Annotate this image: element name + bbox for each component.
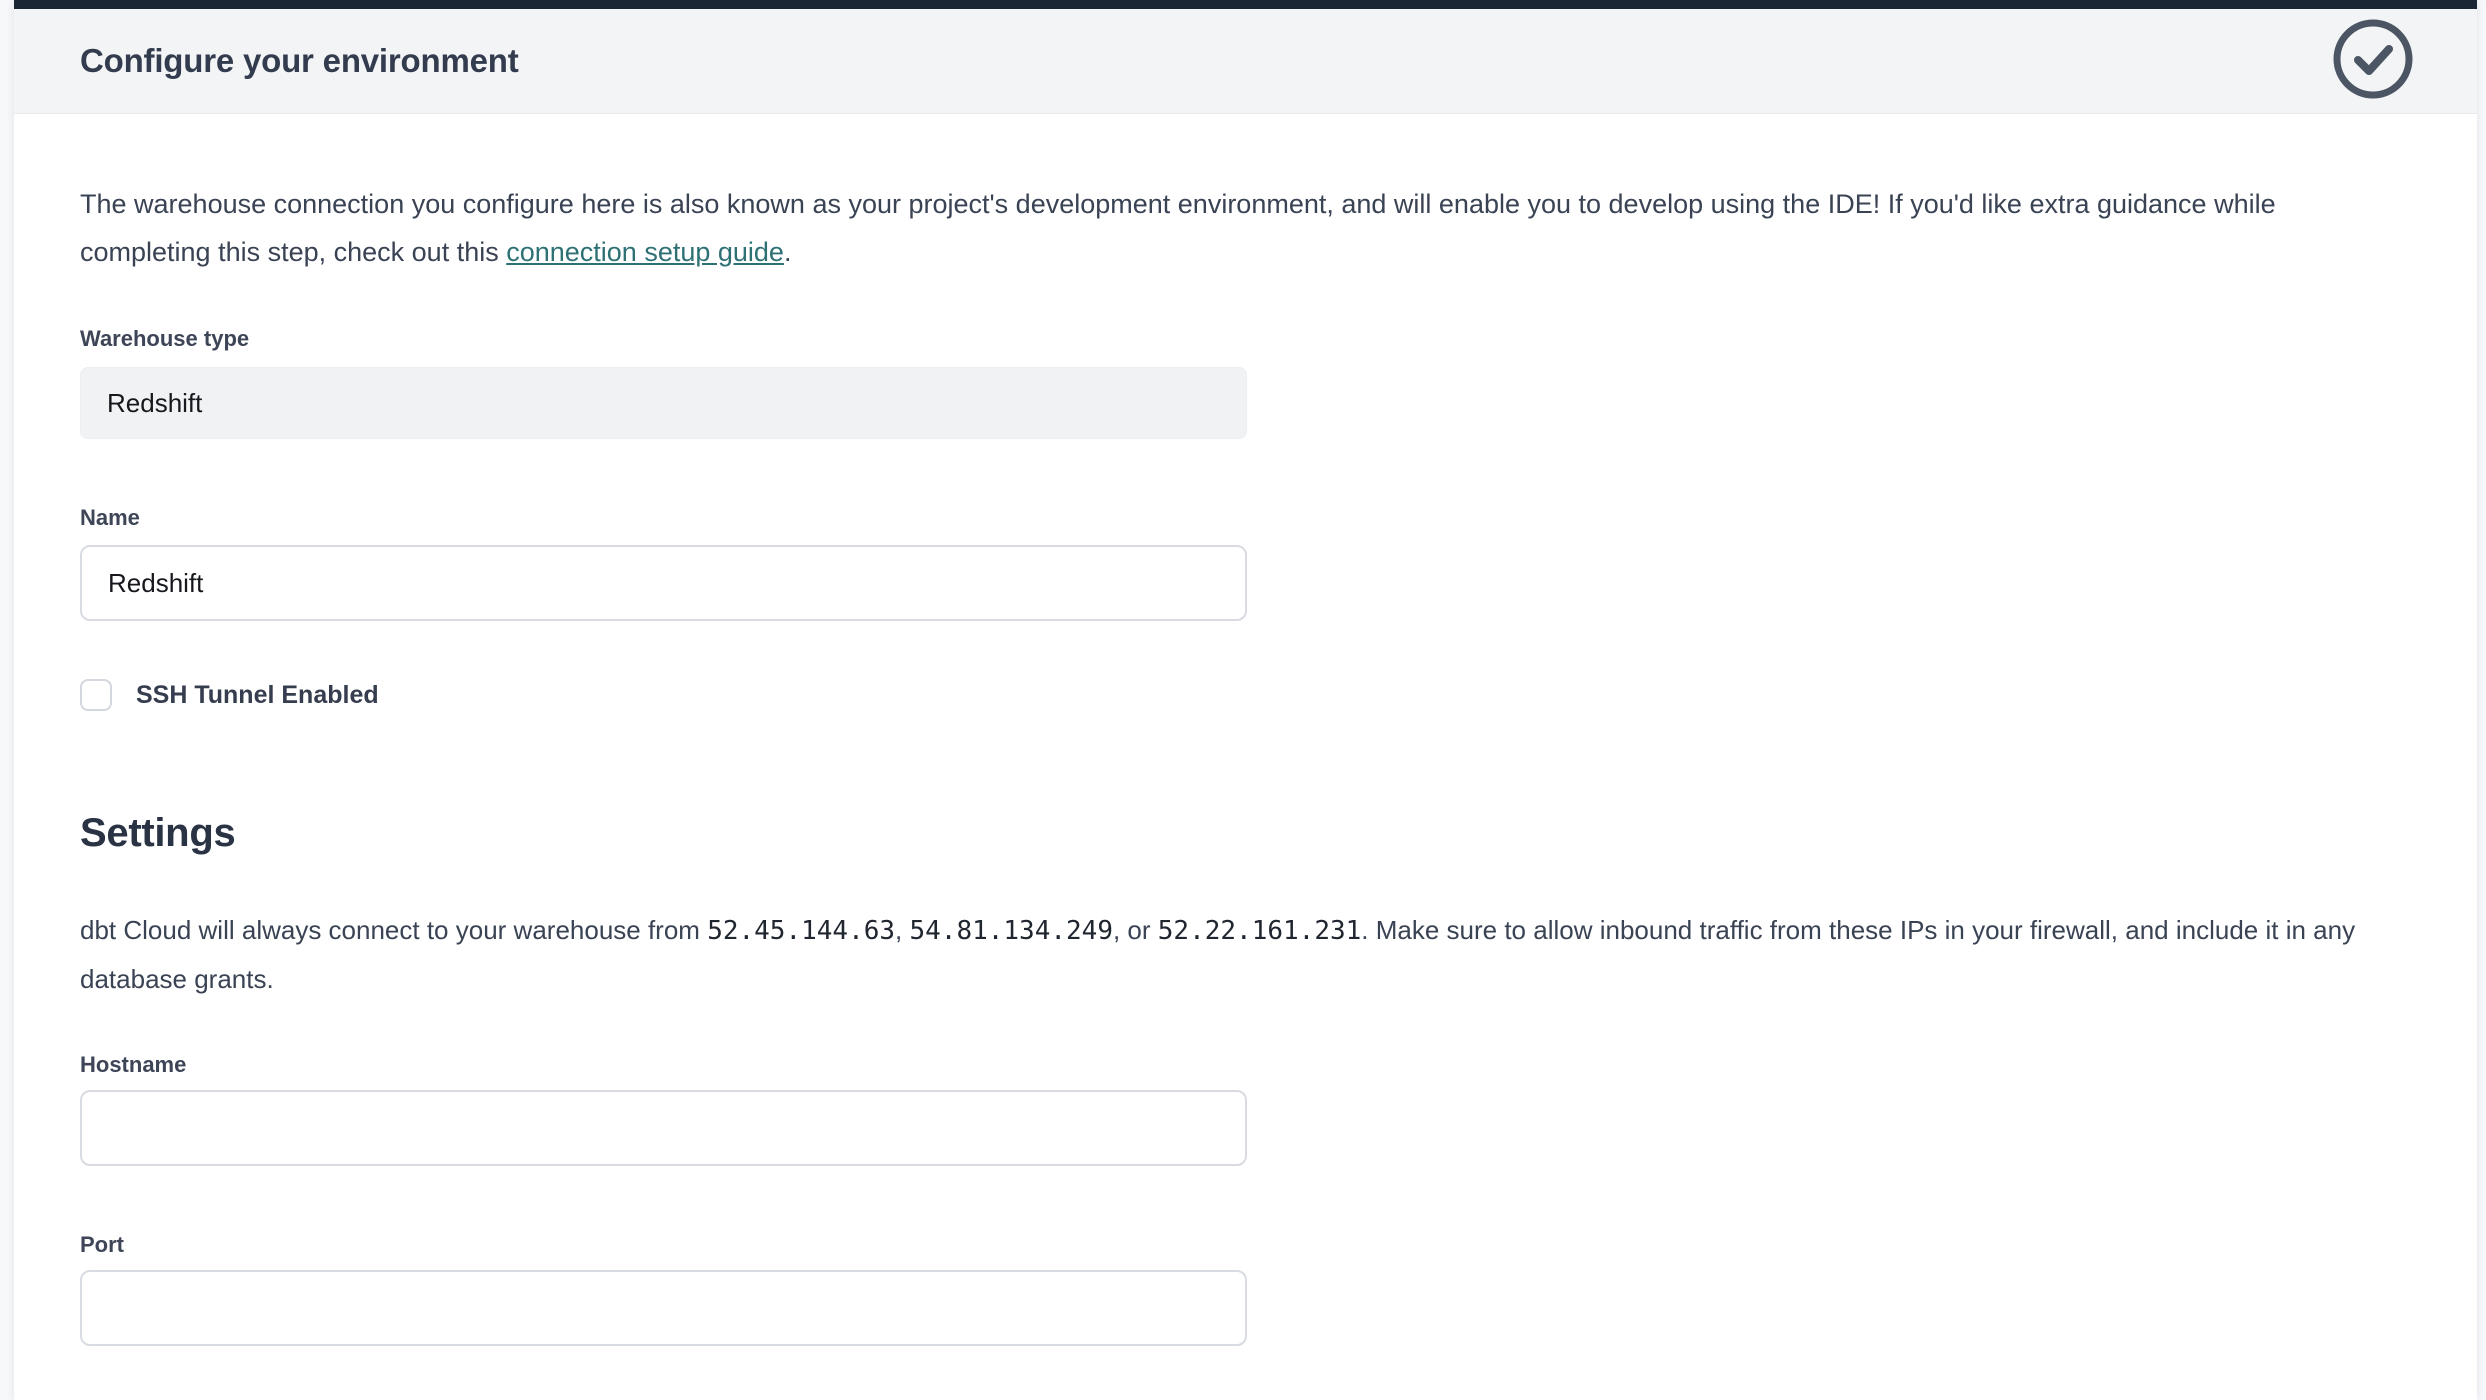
ip-allowlist-note: dbt Cloud will always connect to your wa… [80,906,2380,1003]
hostname-label: Hostname [80,1052,2397,1078]
step-complete-check-icon [2333,19,2413,104]
connection-setup-guide-link[interactable]: connection setup guide [506,237,784,267]
ssh-tunnel-label: SSH Tunnel Enabled [136,681,379,710]
card-top-accent-bar [14,0,2477,9]
ip-address-3: 52.22.161.231 [1158,916,1362,946]
note-before: dbt Cloud will always connect to your wa… [80,915,707,945]
warehouse-type-field: Redshift [80,367,1247,439]
name-label: Name [80,505,2397,531]
environment-setup-card: Configure your environment The warehouse… [14,0,2477,1400]
form-content: The warehouse connection you configure h… [14,114,2477,1346]
page-title: Configure your environment [80,42,519,80]
ssh-tunnel-checkbox[interactable] [80,679,112,711]
intro-text-after: . [784,237,792,267]
port-input[interactable] [80,1270,1247,1346]
note-sep1: , [895,915,909,945]
intro-text-before: The warehouse connection you configure h… [80,189,2276,267]
note-sep2: , or [1113,915,1158,945]
section-header: Configure your environment [14,9,2477,114]
ssh-tunnel-row: SSH Tunnel Enabled [80,679,2397,711]
ip-address-2: 54.81.134.249 [909,916,1113,946]
warehouse-type-label: Warehouse type [80,326,2397,352]
intro-paragraph: The warehouse connection you configure h… [80,180,2360,276]
port-label: Port [80,1232,2397,1258]
hostname-input[interactable] [80,1090,1247,1166]
name-input[interactable] [80,545,1247,621]
warehouse-type-value: Redshift [107,388,202,419]
ip-address-1: 52.45.144.63 [707,916,895,946]
settings-heading: Settings [80,811,2397,856]
